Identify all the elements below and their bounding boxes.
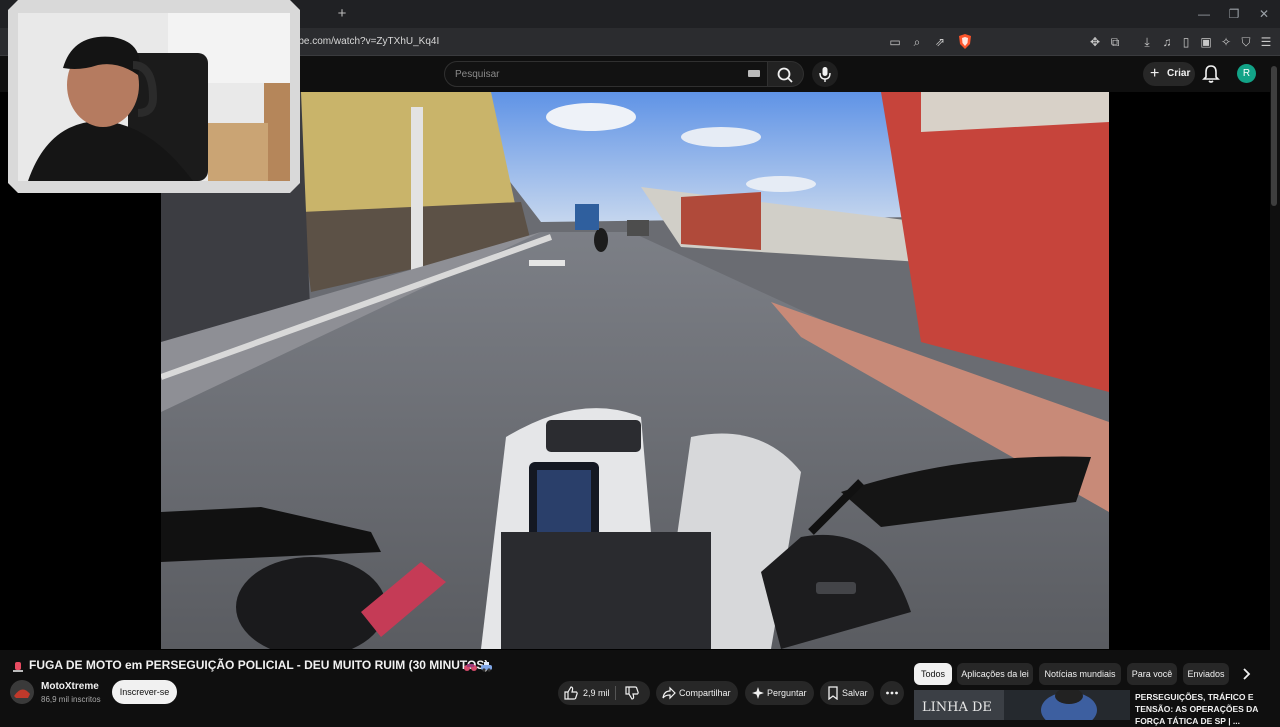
close-icon[interactable]: ✕ <box>1253 4 1275 24</box>
video-title-row: FUGA DE MOTO em PERSEGUIÇÃO POLICIAL - D… <box>12 657 572 675</box>
more-actions-button[interactable] <box>880 681 904 705</box>
restore-icon[interactable]: ❐ <box>1223 4 1245 24</box>
leo-ai-icon[interactable]: ✧ <box>1217 33 1235 51</box>
share-label: Compartilhar <box>679 688 731 698</box>
create-label: Criar <box>1167 68 1191 79</box>
search-button[interactable] <box>768 61 804 87</box>
share-icon[interactable]: ⇗ <box>931 33 949 51</box>
search-input[interactable] <box>455 62 735 86</box>
search-icon <box>777 67 793 83</box>
like-button[interactable]: 2,9 mil <box>558 681 614 705</box>
chip-for-you[interactable]: Para você <box>1127 663 1177 685</box>
extensions-icon[interactable]: ✥ <box>1086 33 1104 51</box>
dislike-button[interactable] <box>616 681 650 705</box>
share-button[interactable]: Compartilhar <box>656 681 738 705</box>
keyboard-icon[interactable] <box>748 70 760 77</box>
thumbs-down-icon <box>625 686 639 700</box>
webcam-feed <box>18 13 290 181</box>
cast-icon[interactable]: ▭ <box>886 33 904 51</box>
ask-label: Perguntar <box>767 688 807 698</box>
video-frame[interactable] <box>161 92 1109 649</box>
related-video-thumbnail[interactable]: LINHA DE <box>914 690 1130 720</box>
subscribe-button[interactable]: Inscrever-se <box>112 680 177 704</box>
menu-icon[interactable]: ☰ <box>1257 33 1275 51</box>
account-avatar[interactable]: R <box>1237 64 1256 83</box>
related-video-title[interactable]: PERSEGUIÇÕES, TRÁFICO E TENSÃO: AS OPERA… <box>1135 691 1265 727</box>
search-box[interactable] <box>444 61 768 87</box>
wallet-icon[interactable]: ▣ <box>1197 33 1215 51</box>
url-field[interactable]: tube.com/watch?v=ZyTXhU_Kq4I <box>290 33 980 51</box>
chip-world-news[interactable]: Notícias mundiais <box>1039 663 1121 685</box>
new-tab-button[interactable]: + <box>333 5 351 23</box>
share-arrow-icon <box>662 686 676 700</box>
plus-icon: + <box>1150 65 1160 82</box>
chip-law-enforcement[interactable]: Aplicações da lei <box>957 663 1033 685</box>
police-light-icon <box>13 662 23 672</box>
save-label: Salvar <box>842 688 868 698</box>
minimize-icon[interactable]: — <box>1193 4 1215 24</box>
vpn-icon[interactable]: ⛉ <box>1237 33 1255 51</box>
create-button[interactable]: + Criar <box>1143 62 1195 86</box>
download-icon[interactable]: ⤓ <box>1138 33 1156 51</box>
music-icon[interactable]: ♫ <box>1158 33 1176 51</box>
screenshot-icon[interactable]: ⧉ <box>1106 33 1124 51</box>
sparkle-icon <box>752 687 764 699</box>
like-count: 2,9 mil <box>583 688 610 698</box>
page-scrollbar[interactable] <box>1270 58 1278 720</box>
video-title: FUGA DE MOTO em PERSEGUIÇÃO POLICIAL - D… <box>29 658 489 672</box>
chip-uploads[interactable]: Enviados <box>1183 663 1229 685</box>
channel-avatar[interactable] <box>10 680 34 704</box>
subscriber-count: 86,9 mil inscritos <box>41 695 101 704</box>
channel-name[interactable]: MotoXtreme <box>41 681 99 692</box>
zoom-icon[interactable]: ⌕ <box>908 33 926 51</box>
related-thumb-text: LINHA DE <box>922 700 992 715</box>
brave-shields-icon[interactable] <box>956 33 974 51</box>
chevron-right-icon[interactable] <box>1236 663 1256 685</box>
save-button[interactable]: Salvar <box>820 681 874 705</box>
notifications-icon[interactable] <box>1201 63 1221 85</box>
bookmark-icon <box>828 686 838 700</box>
thumbs-up-icon <box>564 686 578 700</box>
microphone-icon <box>819 67 831 82</box>
ask-button[interactable]: Perguntar <box>745 681 814 705</box>
police-car-emoji-icon <box>481 662 492 672</box>
more-horizontal-icon <box>886 691 898 695</box>
motorcycle-emoji-icon <box>464 664 477 671</box>
voice-search-button[interactable] <box>812 61 838 87</box>
video-scene <box>161 92 1109 649</box>
sidebar-icon[interactable]: ▯ <box>1177 33 1195 51</box>
chip-all[interactable]: Todos <box>914 663 952 685</box>
